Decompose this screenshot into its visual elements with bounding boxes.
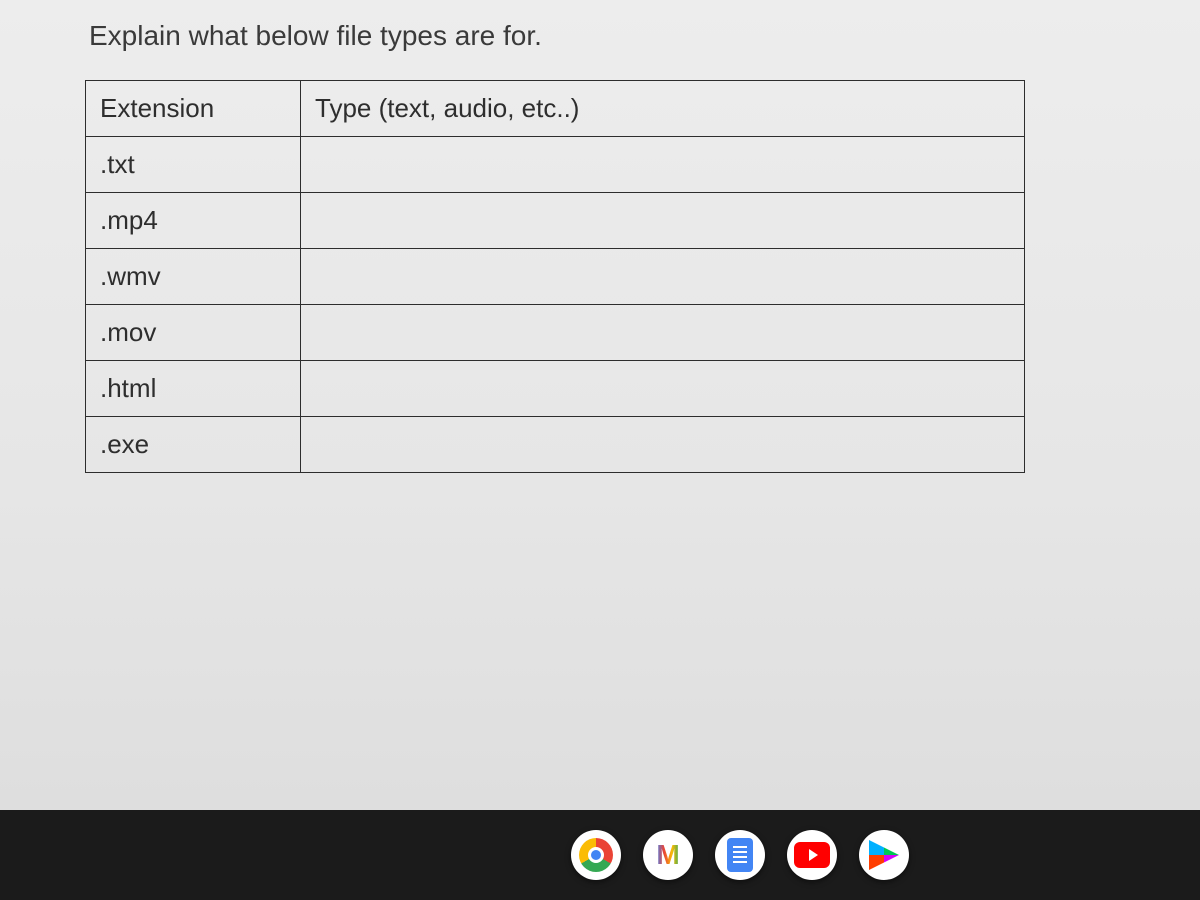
table-row: .wmv — [86, 249, 1025, 305]
table-row: .mp4 — [86, 193, 1025, 249]
instruction-text: Explain what below file types are for. — [89, 20, 1145, 52]
cell-type[interactable] — [301, 305, 1025, 361]
cell-type[interactable] — [301, 361, 1025, 417]
docs-icon[interactable] — [715, 830, 765, 880]
cell-extension: .mp4 — [86, 193, 301, 249]
table-row: .exe — [86, 417, 1025, 473]
table-row: .mov — [86, 305, 1025, 361]
play-store-icon[interactable] — [859, 830, 909, 880]
cell-extension: .mov — [86, 305, 301, 361]
cell-type[interactable] — [301, 249, 1025, 305]
taskbar-shelf: M — [0, 810, 1200, 900]
cell-extension: .wmv — [86, 249, 301, 305]
cell-type[interactable] — [301, 137, 1025, 193]
chrome-icon[interactable] — [571, 830, 621, 880]
table-header-row: Extension Type (text, audio, etc..) — [86, 81, 1025, 137]
youtube-icon[interactable] — [787, 830, 837, 880]
cell-type[interactable] — [301, 193, 1025, 249]
cell-extension: .html — [86, 361, 301, 417]
table-row: .html — [86, 361, 1025, 417]
col-header-type: Type (text, audio, etc..) — [301, 81, 1025, 137]
cell-extension: .exe — [86, 417, 301, 473]
cell-extension: .txt — [86, 137, 301, 193]
cell-type[interactable] — [301, 417, 1025, 473]
col-header-extension: Extension — [86, 81, 301, 137]
file-types-table: Extension Type (text, audio, etc..) .txt… — [85, 80, 1025, 473]
document-area: Explain what below file types are for. E… — [0, 0, 1200, 810]
gmail-icon[interactable]: M — [643, 830, 693, 880]
table-row: .txt — [86, 137, 1025, 193]
document-content: Explain what below file types are for. E… — [85, 20, 1145, 473]
